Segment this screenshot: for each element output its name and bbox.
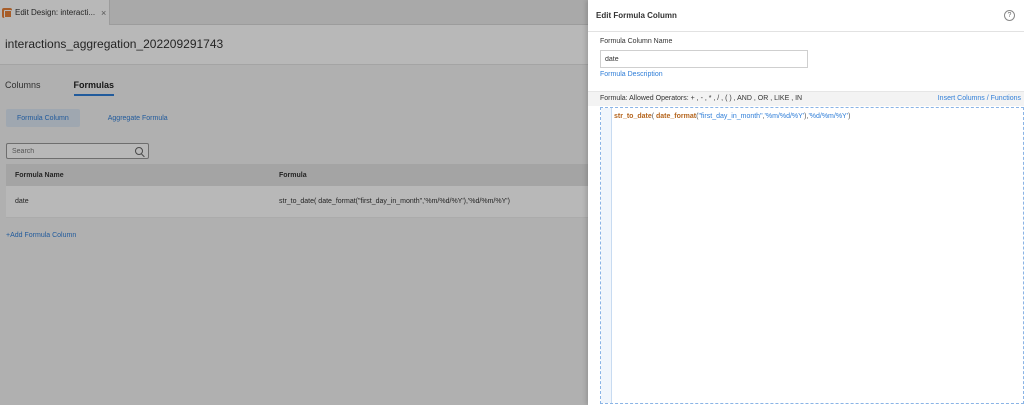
code-string-format-in: '%m/%d/%Y': [764, 113, 805, 120]
formula-toolbar: Formula: Allowed Operators: + , - , * , …: [588, 91, 1024, 106]
edit-formula-panel: Edit Formula Column ? Formula Column Nam…: [588, 0, 1024, 405]
code-punctuation: ): [848, 113, 851, 120]
code-string-column: "first_day_in_month": [698, 113, 763, 120]
formula-name-label: Formula Column Name: [600, 38, 673, 45]
formula-editor[interactable]: str_to_date( date_format("first_day_in_m…: [600, 107, 1024, 404]
code-function-str-to-date: str_to_date: [614, 113, 652, 120]
editor-gutter: [601, 108, 612, 403]
formula-description-link[interactable]: Formula Description: [600, 71, 663, 78]
insert-columns-functions-link[interactable]: Insert Columns / Functions: [938, 95, 1021, 102]
formula-code[interactable]: str_to_date( date_format("first_day_in_m…: [612, 108, 850, 403]
panel-header: Edit Formula Column ?: [588, 0, 1024, 32]
code-string-format-out: '%d/%m/%Y': [808, 113, 849, 120]
code-function-date-format: date_format: [656, 113, 697, 120]
panel-title: Edit Formula Column: [596, 11, 677, 20]
help-icon[interactable]: ?: [1004, 10, 1015, 21]
formula-operators-label: Formula: Allowed Operators: + , - , * , …: [600, 95, 803, 102]
formula-name-input[interactable]: [600, 50, 808, 68]
